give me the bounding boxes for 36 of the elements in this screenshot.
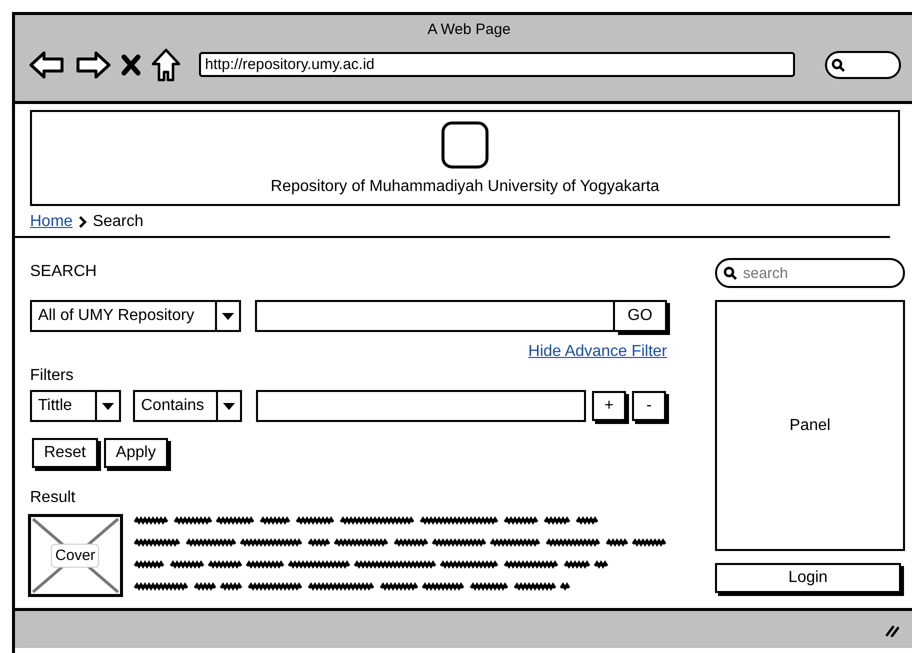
breadcrumb-current: Search (92, 212, 144, 232)
forward-icon[interactable] (75, 50, 111, 78)
scope-dropdown[interactable]: All of UMY Repository (30, 300, 241, 332)
window-title: A Web Page (427, 21, 511, 38)
section-heading: SEARCH (30, 262, 98, 282)
hide-filter-link[interactable]: Hide Advance Filter (528, 340, 667, 364)
cover-label: Cover (51, 543, 100, 568)
sidebar-search-field[interactable]: search (715, 258, 905, 288)
breadcrumb-link[interactable]: Home (30, 210, 73, 234)
filters-heading: Filters (30, 366, 75, 386)
home-icon[interactable] (151, 48, 181, 82)
logo-icon (441, 121, 489, 169)
address-field[interactable]: http://repository.umy.ac.id (199, 52, 795, 77)
operator-dropdown[interactable]: Contains (133, 390, 242, 422)
panel-label: Panel (790, 416, 830, 436)
result-heading: Result (30, 488, 76, 508)
reset-button[interactable]: Reset (32, 438, 98, 468)
caret-icon (222, 312, 234, 320)
browser-search-field[interactable] (825, 50, 901, 78)
field-dropdown[interactable]: Tittle (30, 390, 121, 422)
site-name: Repository of Muhammadiyah University of Yogyakarta (270, 177, 660, 197)
remove-button[interactable]: - (632, 391, 666, 421)
login-button[interactable]: Login (715, 563, 901, 593)
add-button[interactable]: + (592, 391, 626, 421)
close-icon[interactable] (121, 54, 141, 76)
chevron-icon (78, 216, 87, 228)
search-icon (723, 266, 737, 280)
caret-icon (102, 402, 114, 410)
search-input[interactable] (255, 300, 615, 332)
caret-icon (223, 402, 235, 410)
apply-button[interactable]: Apply (104, 438, 168, 468)
resize-grip-icon[interactable] (885, 623, 899, 637)
filter-input[interactable] (256, 390, 586, 422)
back-icon[interactable] (29, 50, 65, 78)
search-icon (831, 58, 845, 72)
go-button[interactable]: GO (615, 300, 667, 332)
